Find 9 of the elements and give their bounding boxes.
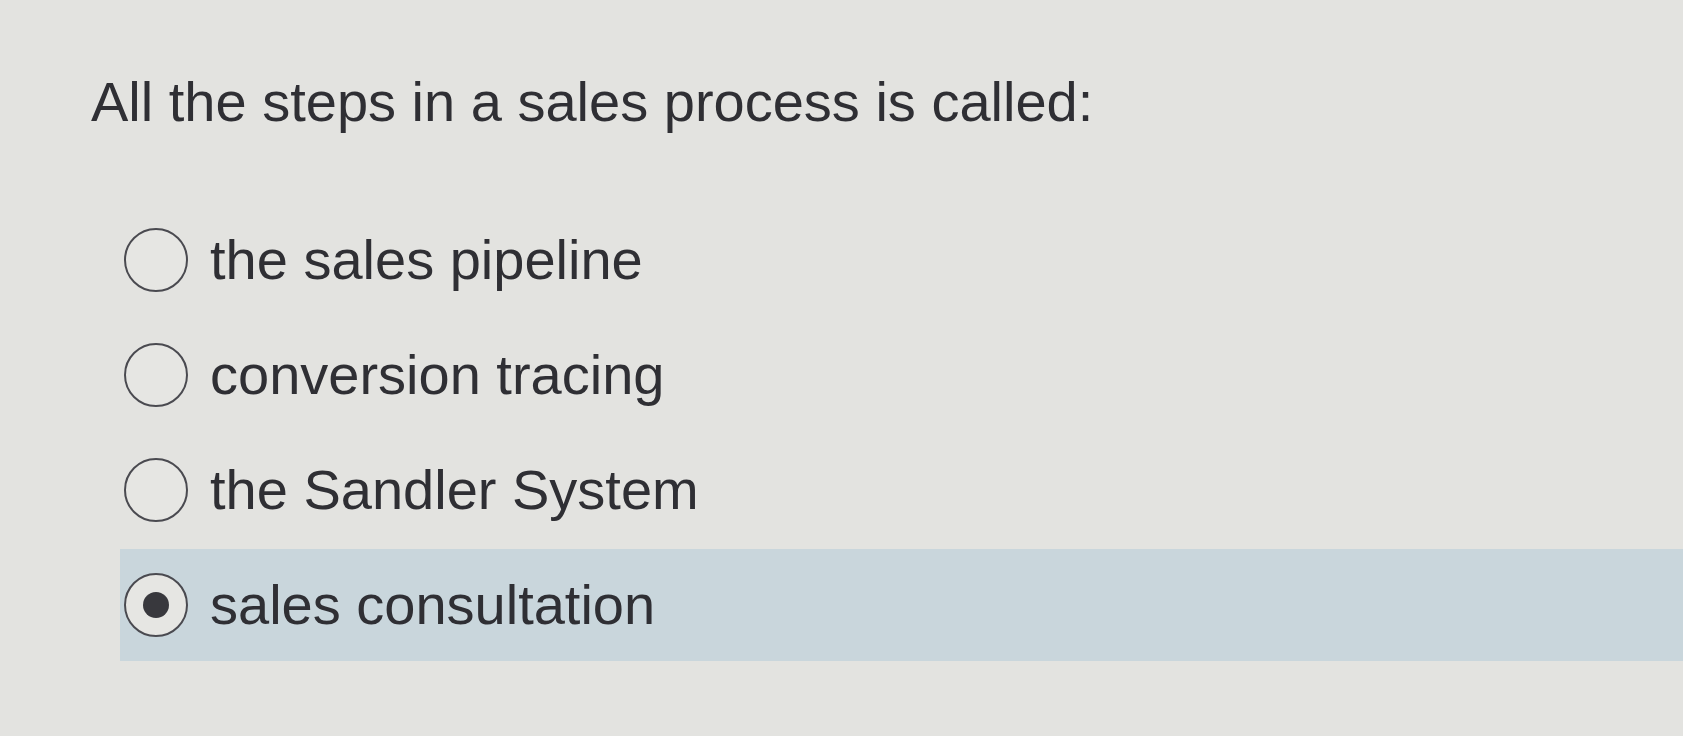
answer-option[interactable]: conversion tracing (120, 319, 665, 431)
answer-option[interactable]: the sales pipeline (120, 204, 643, 316)
radio-button[interactable] (124, 458, 188, 522)
radio-button[interactable] (124, 573, 188, 637)
question-text: All the steps in a sales process is called: (91, 70, 1094, 134)
radio-button[interactable] (124, 228, 188, 292)
answer-option[interactable]: sales consultation (120, 549, 1683, 661)
radio-button[interactable] (124, 343, 188, 407)
answer-option[interactable]: the Sandler System (120, 434, 699, 546)
